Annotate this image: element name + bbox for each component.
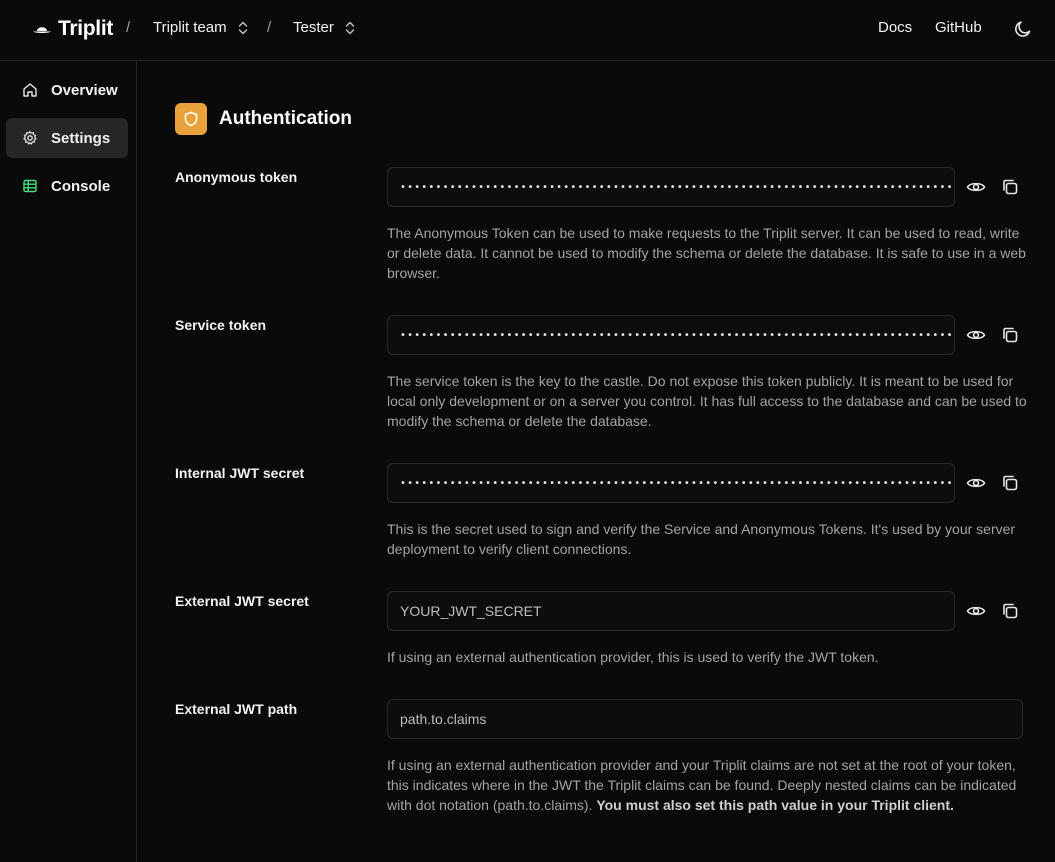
reveal-service-token-button[interactable] [965, 324, 987, 346]
project-name: Tester [293, 19, 334, 36]
eye-icon [966, 478, 986, 488]
triplit-logo-icon [33, 27, 51, 33]
copy-icon [1003, 603, 1018, 619]
table-icon [23, 179, 37, 193]
copy-service-token-button[interactable] [999, 324, 1021, 346]
chevron-up-down-icon [238, 21, 247, 34]
moon-icon[interactable] [1013, 19, 1033, 39]
home-icon [23, 83, 37, 97]
gear-icon [23, 130, 37, 145]
reveal-anonymous-token-button[interactable] [965, 176, 987, 198]
anonymous-token-description: The Anonymous Token can be used to make … [387, 225, 1026, 281]
sidebar-item-label: Overview [51, 81, 118, 99]
internal-jwt-description: This is the secret used to sign and veri… [387, 521, 1016, 557]
chevron-up-down-icon [345, 21, 355, 34]
eye-icon [966, 606, 986, 616]
copy-icon [1003, 327, 1018, 343]
logo[interactable]: Triplit [32, 17, 113, 41]
external-jwt-path-description: If using an external authentication prov… [387, 755, 1027, 815]
sidebar-item-settings[interactable]: Settings [6, 118, 128, 158]
external-jwt-label: External JWT secret [175, 593, 309, 609]
shield-icon [184, 111, 198, 127]
breadcrumb-separator: / [126, 19, 131, 36]
copy-icon [1003, 179, 1018, 195]
team-name: Triplit team [153, 19, 227, 36]
breadcrumb-separator: / [267, 19, 272, 36]
external-jwt-path-label: External JWT path [175, 701, 298, 717]
project-switcher[interactable]: Tester [293, 19, 356, 36]
masked-value: ••••••••••••••••••••••••••••••••••••••••… [400, 477, 954, 489]
description-emphasis: You must also set this path value in you… [596, 797, 954, 813]
reveal-internal-jwt-button[interactable] [965, 472, 987, 494]
external-jwt-field[interactable]: YOUR_JWT_SECRET [387, 591, 955, 631]
copy-icon [1003, 475, 1018, 491]
service-token-field[interactable]: ••••••••••••••••••••••••••••••••••••••••… [387, 315, 955, 355]
sidebar-item-console[interactable]: Console [6, 166, 128, 206]
sidebar-item-overview[interactable]: Overview [6, 70, 128, 110]
internal-jwt-field[interactable]: ••••••••••••••••••••••••••••••••••••••••… [387, 463, 955, 503]
top-bar: Triplit / Triplit team / Tester Docs Git… [0, 0, 1055, 61]
docs-link[interactable]: Docs [878, 19, 912, 36]
external-jwt-path-field[interactable]: path.to.claims [387, 699, 1023, 739]
sidebar-item-label: Console [51, 177, 111, 195]
service-token-label: Service token [175, 317, 267, 333]
section-header: Authentication [175, 103, 352, 135]
external-jwt-description: If using an external authentication prov… [387, 649, 879, 665]
masked-value: ••••••••••••••••••••••••••••••••••••••••… [400, 181, 954, 193]
team-switcher[interactable]: Triplit team [153, 19, 249, 36]
sidebar-item-label: Settings [51, 129, 111, 147]
copy-internal-jwt-button[interactable] [999, 472, 1021, 494]
field-value: YOUR_JWT_SECRET [400, 603, 542, 619]
anonymous-token-label: Anonymous token [175, 169, 298, 185]
logo-text: Triplit [58, 17, 114, 40]
internal-jwt-label: Internal JWT secret [175, 465, 305, 481]
anonymous-token-field[interactable]: ••••••••••••••••••••••••••••••••••••••••… [387, 167, 955, 207]
reveal-external-jwt-button[interactable] [965, 600, 987, 622]
github-link[interactable]: GitHub [935, 19, 982, 36]
sidebar: Overview Settings Console [0, 62, 137, 862]
service-token-description: The service token is the key to the cast… [387, 373, 1027, 429]
eye-icon [966, 330, 986, 340]
masked-value: ••••••••••••••••••••••••••••••••••••••••… [400, 329, 954, 341]
section-icon-badge [175, 103, 207, 135]
page-title: Authentication [219, 108, 352, 129]
eye-icon [966, 182, 986, 192]
field-value: path.to.claims [400, 711, 487, 727]
copy-anonymous-token-button[interactable] [999, 176, 1021, 198]
copy-external-jwt-button[interactable] [999, 600, 1021, 622]
